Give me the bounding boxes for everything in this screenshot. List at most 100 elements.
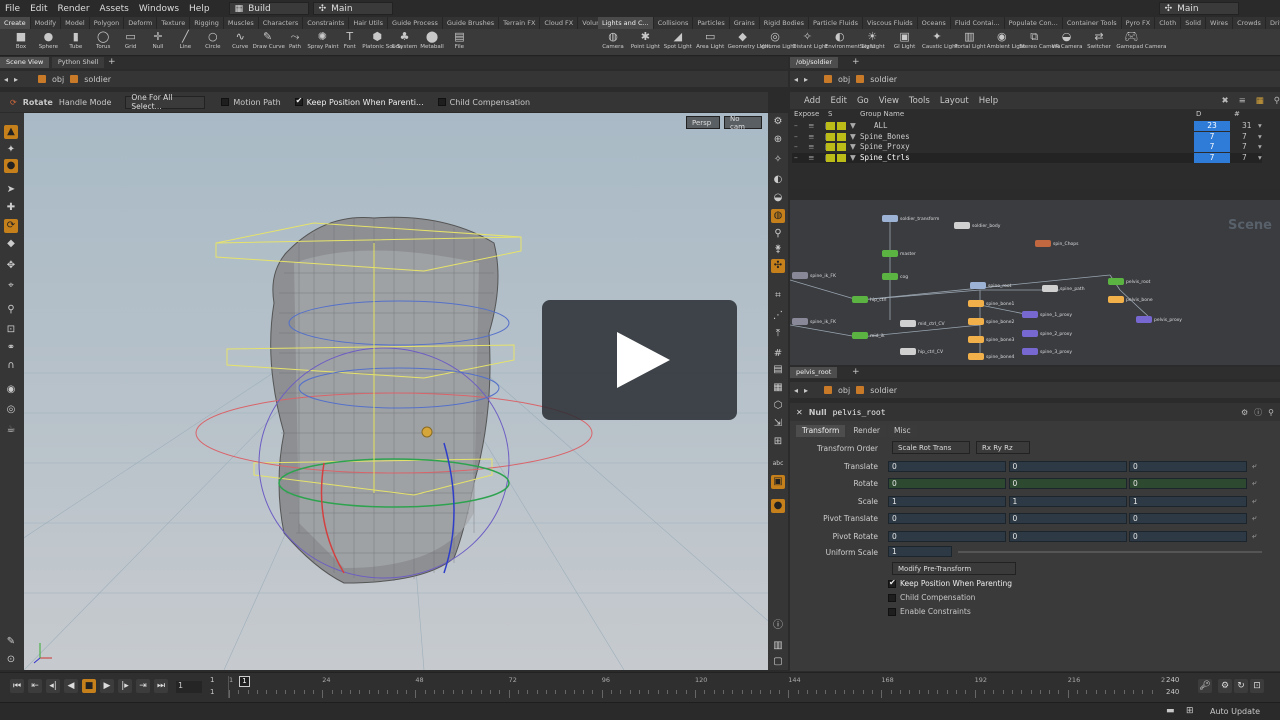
params-path-node[interactable]: soldier — [870, 386, 897, 395]
node-body[interactable] — [900, 348, 916, 355]
network-node[interactable]: spine_2_proxy — [1022, 330, 1072, 337]
desktop-dropdown[interactable]: ▦ Build — [228, 2, 309, 15]
vector-icon[interactable]: ⇲ — [771, 417, 785, 431]
shelf-tool[interactable]: ⬢ Platonic Solids — [362, 30, 402, 55]
help-icon[interactable]: ⓘ — [1254, 407, 1262, 418]
shelf-tab[interactable]: Modify — [31, 17, 62, 29]
video-play-button[interactable] — [542, 300, 737, 420]
group-row[interactable]: – ≡ ▤ ▼ Spine_Proxy 7 7 ▾ — [792, 142, 1262, 153]
param-field[interactable]: 0 — [1129, 478, 1247, 490]
network-node[interactable]: mid_ctrl_CV — [900, 320, 945, 327]
node-body[interactable] — [1108, 278, 1124, 285]
params-forward-icon[interactable]: ▸ — [804, 386, 808, 395]
view-icon[interactable]: ◉ — [4, 383, 18, 397]
shelf-tab[interactable]: Rigging — [190, 17, 224, 29]
persp-dropdown[interactable]: Persp — [686, 116, 720, 129]
param-search-icon[interactable]: ⚲ — [1268, 408, 1274, 417]
shelf-tool[interactable]: ◎ Volume Light — [760, 30, 796, 55]
shelf-tab[interactable]: Muscles — [224, 17, 259, 29]
shelf-tab[interactable]: Guide Brushes — [443, 17, 500, 29]
keep-position-checkbox[interactable] — [294, 96, 303, 106]
scene-viewport[interactable]: Persp No cam — [24, 113, 768, 670]
param-link-icon[interactable]: ⤶ — [1252, 478, 1256, 488]
bone-icon[interactable]: ⚵ — [771, 243, 785, 257]
network-node[interactable]: spine_bone4 — [968, 353, 1014, 360]
shelf-tool[interactable]: ◐ Environment Light — [825, 30, 876, 55]
network-node[interactable]: spine_1_proxy — [1022, 311, 1072, 318]
tab-render[interactable]: Render — [847, 425, 887, 437]
shelf-tab[interactable]: Hair Utils — [349, 17, 389, 29]
range-start-2[interactable]: 1 — [210, 688, 214, 696]
play-forward-icon[interactable]: ▶ — [100, 679, 114, 693]
display-swatch[interactable] — [837, 132, 846, 141]
shelf-tab[interactable]: Wires — [1206, 17, 1234, 29]
network-node[interactable]: soldier_transform — [882, 215, 939, 222]
shelf-tool[interactable]: ∿ Curve — [225, 30, 255, 55]
shelf-tool[interactable]: ✦ Caustic Light — [922, 30, 958, 55]
render-region-icon[interactable]: ▢ — [771, 655, 785, 669]
group-menu-icon[interactable]: ▾ — [1258, 142, 1262, 152]
menu-edit[interactable]: Edit — [25, 4, 52, 14]
shelf-tab[interactable]: Container Tools — [1063, 17, 1122, 29]
net-search-icon[interactable]: ⚲ — [1274, 96, 1280, 106]
node-body[interactable] — [882, 273, 898, 280]
group-row[interactable]: – ≡ ▤ ▼ Spine_Ctrls 7 7 ▾ — [792, 152, 1262, 163]
status-camera-icon[interactable]: ▬ — [1166, 706, 1175, 716]
param-checkbox[interactable] — [888, 578, 896, 588]
range-end[interactable]: 240 — [1166, 676, 1179, 684]
net-forward-icon[interactable]: ▸ — [804, 75, 808, 84]
move-tool-icon[interactable]: ✦ — [4, 143, 18, 157]
param-checkbox-row[interactable]: Enable Constraints — [888, 607, 971, 616]
select-tool-icon[interactable]: ▲ — [4, 125, 18, 139]
param-checkbox[interactable] — [888, 608, 896, 616]
hull-icon[interactable]: ⬡ — [771, 399, 785, 413]
range-end-2[interactable]: 240 — [1166, 688, 1179, 696]
net-back-icon[interactable]: ◂ — [794, 75, 798, 84]
shelf-tab[interactable]: Characters — [259, 17, 304, 29]
display-options-icon[interactable]: ⚙ — [771, 115, 785, 129]
param-link-icon[interactable]: ⤶ — [1252, 513, 1256, 523]
shelf-tool[interactable]: ◒ VR Camera — [1052, 30, 1083, 55]
lock-view-icon[interactable]: ⊙ — [4, 653, 18, 667]
network-node[interactable]: spin_Chops — [1035, 240, 1079, 247]
node-body[interactable] — [968, 300, 984, 307]
param-field[interactable]: 1 — [1008, 495, 1127, 507]
group-name[interactable]: Spine_Proxy — [860, 142, 910, 152]
snap-grid-icon[interactable]: ⌗ — [771, 289, 785, 303]
net-grid-icon[interactable]: ▦ — [1256, 96, 1264, 106]
add-network-tab-icon[interactable]: + — [852, 57, 860, 68]
node-body[interactable] — [792, 318, 808, 325]
timeline-settings-icon[interactable]: ⚙ — [1218, 679, 1232, 693]
primitive-num-icon[interactable]: # — [771, 347, 785, 361]
shelf-tool[interactable]: ◆ Geometry Light — [728, 30, 771, 55]
shelf-tab[interactable]: Cloth — [1155, 17, 1182, 29]
shelf-tool[interactable]: ⧉ Stereo Camera — [1019, 30, 1060, 55]
menu-assets[interactable]: Assets — [95, 4, 134, 14]
tab-scene-view[interactable]: Scene View — [0, 57, 50, 68]
group-name[interactable]: Spine_Bones — [860, 132, 910, 142]
node-body[interactable] — [852, 296, 868, 303]
param-field[interactable]: 0 — [888, 461, 1006, 472]
net-path-node[interactable]: soldier — [870, 75, 897, 84]
node-name-field[interactable]: pelvis_root — [833, 408, 886, 417]
net-menu-add[interactable]: Add — [804, 96, 820, 106]
shelf-tab[interactable]: Model — [61, 17, 90, 29]
shelf-tab[interactable]: Volume — [578, 17, 598, 29]
node-body[interactable] — [1035, 240, 1051, 247]
node-body[interactable] — [968, 353, 984, 360]
pin-icon[interactable]: ⚲ — [771, 227, 785, 241]
group-menu-icon[interactable]: ▾ — [1258, 153, 1262, 163]
param-link-icon[interactable]: ⤶ — [1252, 496, 1256, 506]
shelf-tool[interactable]: ■ Box — [6, 30, 36, 55]
network-node[interactable]: pelvis_root — [1108, 278, 1150, 285]
teapot-icon[interactable]: ☕ — [4, 423, 18, 437]
display-swatch[interactable] — [837, 143, 846, 152]
net-menu-tools[interactable]: Tools — [909, 96, 930, 106]
shelf-tab[interactable]: Polygon — [90, 17, 125, 29]
network-node[interactable]: spine_ik_FK — [792, 318, 836, 325]
shelf-tool[interactable]: ◍ Camera — [598, 30, 628, 55]
soldier-mesh[interactable] — [270, 216, 499, 584]
menu-help[interactable]: Help — [184, 4, 215, 14]
shelf-tool[interactable]: ▤ File — [444, 30, 474, 55]
node-body[interactable] — [900, 320, 916, 327]
